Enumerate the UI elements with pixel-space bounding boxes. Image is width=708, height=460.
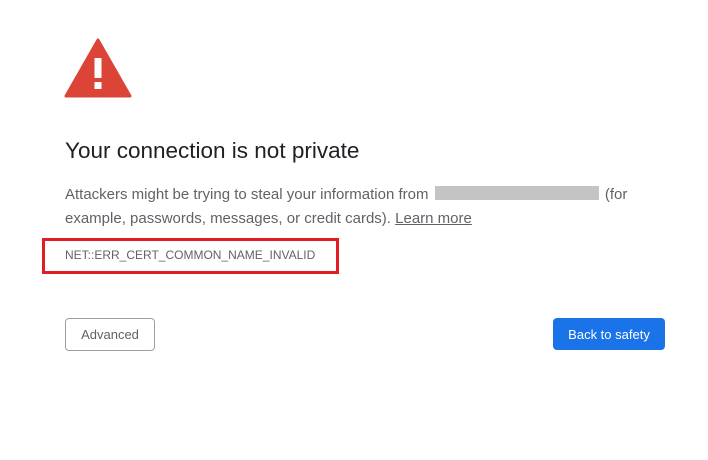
warning-message: Attackers might be trying to steal your … xyxy=(65,183,655,231)
redacted-hostname xyxy=(434,186,599,200)
back-to-safety-button[interactable]: Back to safety xyxy=(553,318,665,350)
page-title: Your connection is not private xyxy=(65,138,360,163)
advanced-button[interactable]: Advanced xyxy=(65,318,155,351)
learn-more-link[interactable]: Learn more xyxy=(395,210,472,227)
error-code: NET::ERR_CERT_COMMON_NAME_INVALID xyxy=(65,248,316,262)
warning-triangle-icon xyxy=(64,38,132,98)
message-text-start: Attackers might be trying to steal your … xyxy=(65,186,429,203)
